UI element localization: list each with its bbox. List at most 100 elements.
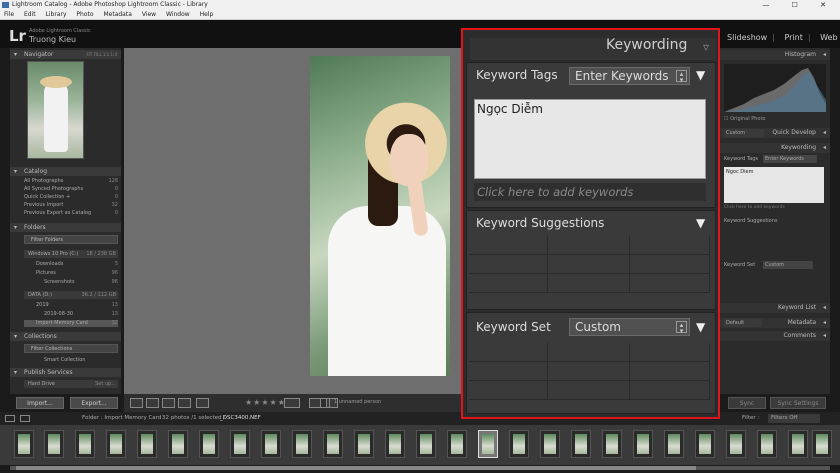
empty-keyword-slot[interactable]	[469, 381, 548, 400]
people-view-icon[interactable]	[196, 398, 209, 408]
filmstrip-thumbnail[interactable]	[571, 430, 591, 458]
filmstrip-thumbnail[interactable]	[354, 430, 374, 458]
filmstrip-thumbnail[interactable]	[633, 430, 653, 458]
filter-folders-input[interactable]: Filter Folders	[24, 235, 118, 244]
star-rating[interactable]: ★★★★★	[245, 398, 286, 407]
collection-item[interactable]: Smart Collection	[24, 357, 118, 364]
import-button[interactable]: Import...	[16, 397, 64, 409]
menu-window[interactable]: Window	[166, 11, 190, 18]
empty-keyword-slot[interactable]	[630, 343, 710, 362]
filmstrip-thumbnail[interactable]	[478, 430, 498, 458]
filmstrip-thumbnail[interactable]	[602, 430, 622, 458]
filmstrip-thumbnail[interactable]	[385, 430, 405, 458]
keyword-set-select[interactable]: Custom ▴ ▾	[569, 318, 690, 336]
filmstrip-thumbnail[interactable]	[106, 430, 126, 458]
keyword-tags-select[interactable]: Enter Keywords ▴ ▾	[569, 67, 690, 85]
empty-keyword-slot[interactable]	[548, 236, 630, 255]
menu-view[interactable]: View	[142, 11, 156, 18]
empty-keyword-slot[interactable]	[469, 362, 548, 381]
grid-view-icon[interactable]	[130, 398, 143, 408]
menu-photo[interactable]: Photo	[76, 11, 93, 18]
empty-keyword-slot[interactable]	[630, 274, 710, 293]
filmstrip-thumbnail[interactable]	[447, 430, 467, 458]
keyword-textbox[interactable]: Ngọc Diễm	[474, 99, 706, 179]
catalog-header[interactable]: Catalog	[10, 167, 121, 176]
add-keywords-input[interactable]: Click here to add keywords	[474, 183, 706, 201]
filmstrip-thumbnail[interactable]	[168, 430, 188, 458]
navigator-zoom[interactable]: FIT FILL 1:1 1:4	[86, 50, 117, 59]
filmstrip-thumbnail[interactable]	[230, 430, 250, 458]
spray-can-icon[interactable]	[284, 398, 300, 408]
publish-item[interactable]: Hard Drive Set up...	[24, 380, 118, 388]
filmstrip-thumbnail[interactable]	[261, 430, 281, 458]
empty-keyword-slot[interactable]	[630, 236, 710, 255]
filmstrip-thumbnail[interactable]	[14, 430, 34, 458]
keyword-list-header[interactable]: Keyword List	[720, 303, 830, 313]
small-add-keyword-input[interactable]: Click here to add keywords	[724, 205, 785, 210]
section-toggle-icon[interactable]: ▼	[696, 216, 705, 230]
filmstrip-thumbnail[interactable]	[75, 430, 95, 458]
catalog-item[interactable]: All Photographs 128	[24, 178, 118, 185]
menu-file[interactable]: File	[4, 11, 14, 18]
filmstrip-scrollbar[interactable]	[10, 466, 830, 470]
compare-view-icon[interactable]	[162, 398, 175, 408]
catalog-item[interactable]: Previous Import 32	[24, 202, 118, 209]
secondary-window-icon[interactable]	[5, 415, 15, 422]
filmstrip-thumbnail[interactable]	[199, 430, 219, 458]
source-path[interactable]: Folder : Import Memory Card	[82, 412, 161, 425]
empty-keyword-slot[interactable]	[630, 381, 710, 400]
empty-keyword-slot[interactable]	[469, 236, 548, 255]
empty-keyword-slot[interactable]	[469, 274, 548, 293]
filmstrip-thumbnail[interactable]	[509, 430, 529, 458]
filmstrip-thumbnail[interactable]	[757, 430, 777, 458]
publish-services-header[interactable]: Publish Services	[10, 368, 121, 377]
empty-keyword-slot[interactable]	[548, 362, 630, 381]
empty-keyword-slot[interactable]	[548, 381, 630, 400]
small-keyword-select[interactable]: Enter Keywords	[763, 155, 817, 163]
publish-setup[interactable]: Set up...	[95, 380, 116, 388]
filmstrip-thumbnail[interactable]	[416, 430, 436, 458]
catalog-item[interactable]: Quick Collection + 0	[24, 194, 118, 201]
filmstrip-thumbnail[interactable]	[323, 430, 343, 458]
filmstrip-thumbnail[interactable]	[664, 430, 684, 458]
main-photo[interactable]	[310, 56, 450, 376]
folder-item[interactable]: 2019 13	[24, 302, 118, 309]
sync-settings-button[interactable]: Sync Settings	[770, 397, 826, 409]
menu-edit[interactable]: Edit	[24, 11, 36, 18]
filmstrip-thumbnail[interactable]	[812, 430, 832, 458]
folder-item[interactable]: Screenshots 96	[24, 279, 118, 286]
folder-item[interactable]: Pictures 96	[24, 270, 118, 277]
section-toggle-icon[interactable]: ▼	[696, 320, 705, 334]
comments-header[interactable]: Comments	[720, 331, 830, 341]
empty-keyword-slot[interactable]	[548, 255, 630, 274]
filmstrip-thumbnail[interactable]	[695, 430, 715, 458]
scrollbar-thumb[interactable]	[16, 466, 696, 470]
filmstrip-thumbnail[interactable]	[44, 430, 64, 458]
empty-keyword-slot[interactable]	[469, 343, 548, 362]
module-print[interactable]: Print	[784, 33, 802, 42]
metadata-preset-select[interactable]: Default	[724, 319, 762, 327]
menu-metadata[interactable]: Metadata	[103, 11, 131, 18]
empty-keyword-slot[interactable]	[548, 274, 630, 293]
export-button[interactable]: Export...	[70, 397, 118, 409]
sync-button[interactable]: Sync	[728, 397, 766, 409]
menu-help[interactable]: Help	[200, 11, 214, 18]
volume-d[interactable]: DATA (D:) 36.2 / 112 GB	[24, 291, 118, 299]
filmstrip-thumbnail[interactable]	[540, 430, 560, 458]
grid-icon[interactable]	[20, 415, 30, 422]
filmstrip-thumbnail[interactable]	[788, 430, 808, 458]
filter-collections-input[interactable]: Filter Collections	[24, 344, 118, 353]
catalog-item[interactable]: Previous Export as Catalog 0	[24, 210, 118, 217]
catalog-item[interactable]: All Synced Photographs 0	[24, 186, 118, 193]
empty-keyword-slot[interactable]	[548, 343, 630, 362]
section-toggle-icon[interactable]: ▼	[696, 68, 705, 82]
survey-view-icon[interactable]	[178, 398, 191, 408]
empty-keyword-slot[interactable]	[630, 255, 710, 274]
original-photo-checkbox[interactable]: ☐ Original Photo	[724, 116, 766, 122]
collections-header[interactable]: Collections	[10, 332, 121, 341]
collapse-icon[interactable]: ▿	[703, 40, 709, 54]
empty-keyword-slot[interactable]	[630, 362, 710, 381]
folder-item-selected[interactable]: Import Memory Card 32	[24, 320, 118, 327]
keywording-header[interactable]: Keywording	[720, 143, 830, 153]
module-web[interactable]: Web	[820, 33, 837, 42]
